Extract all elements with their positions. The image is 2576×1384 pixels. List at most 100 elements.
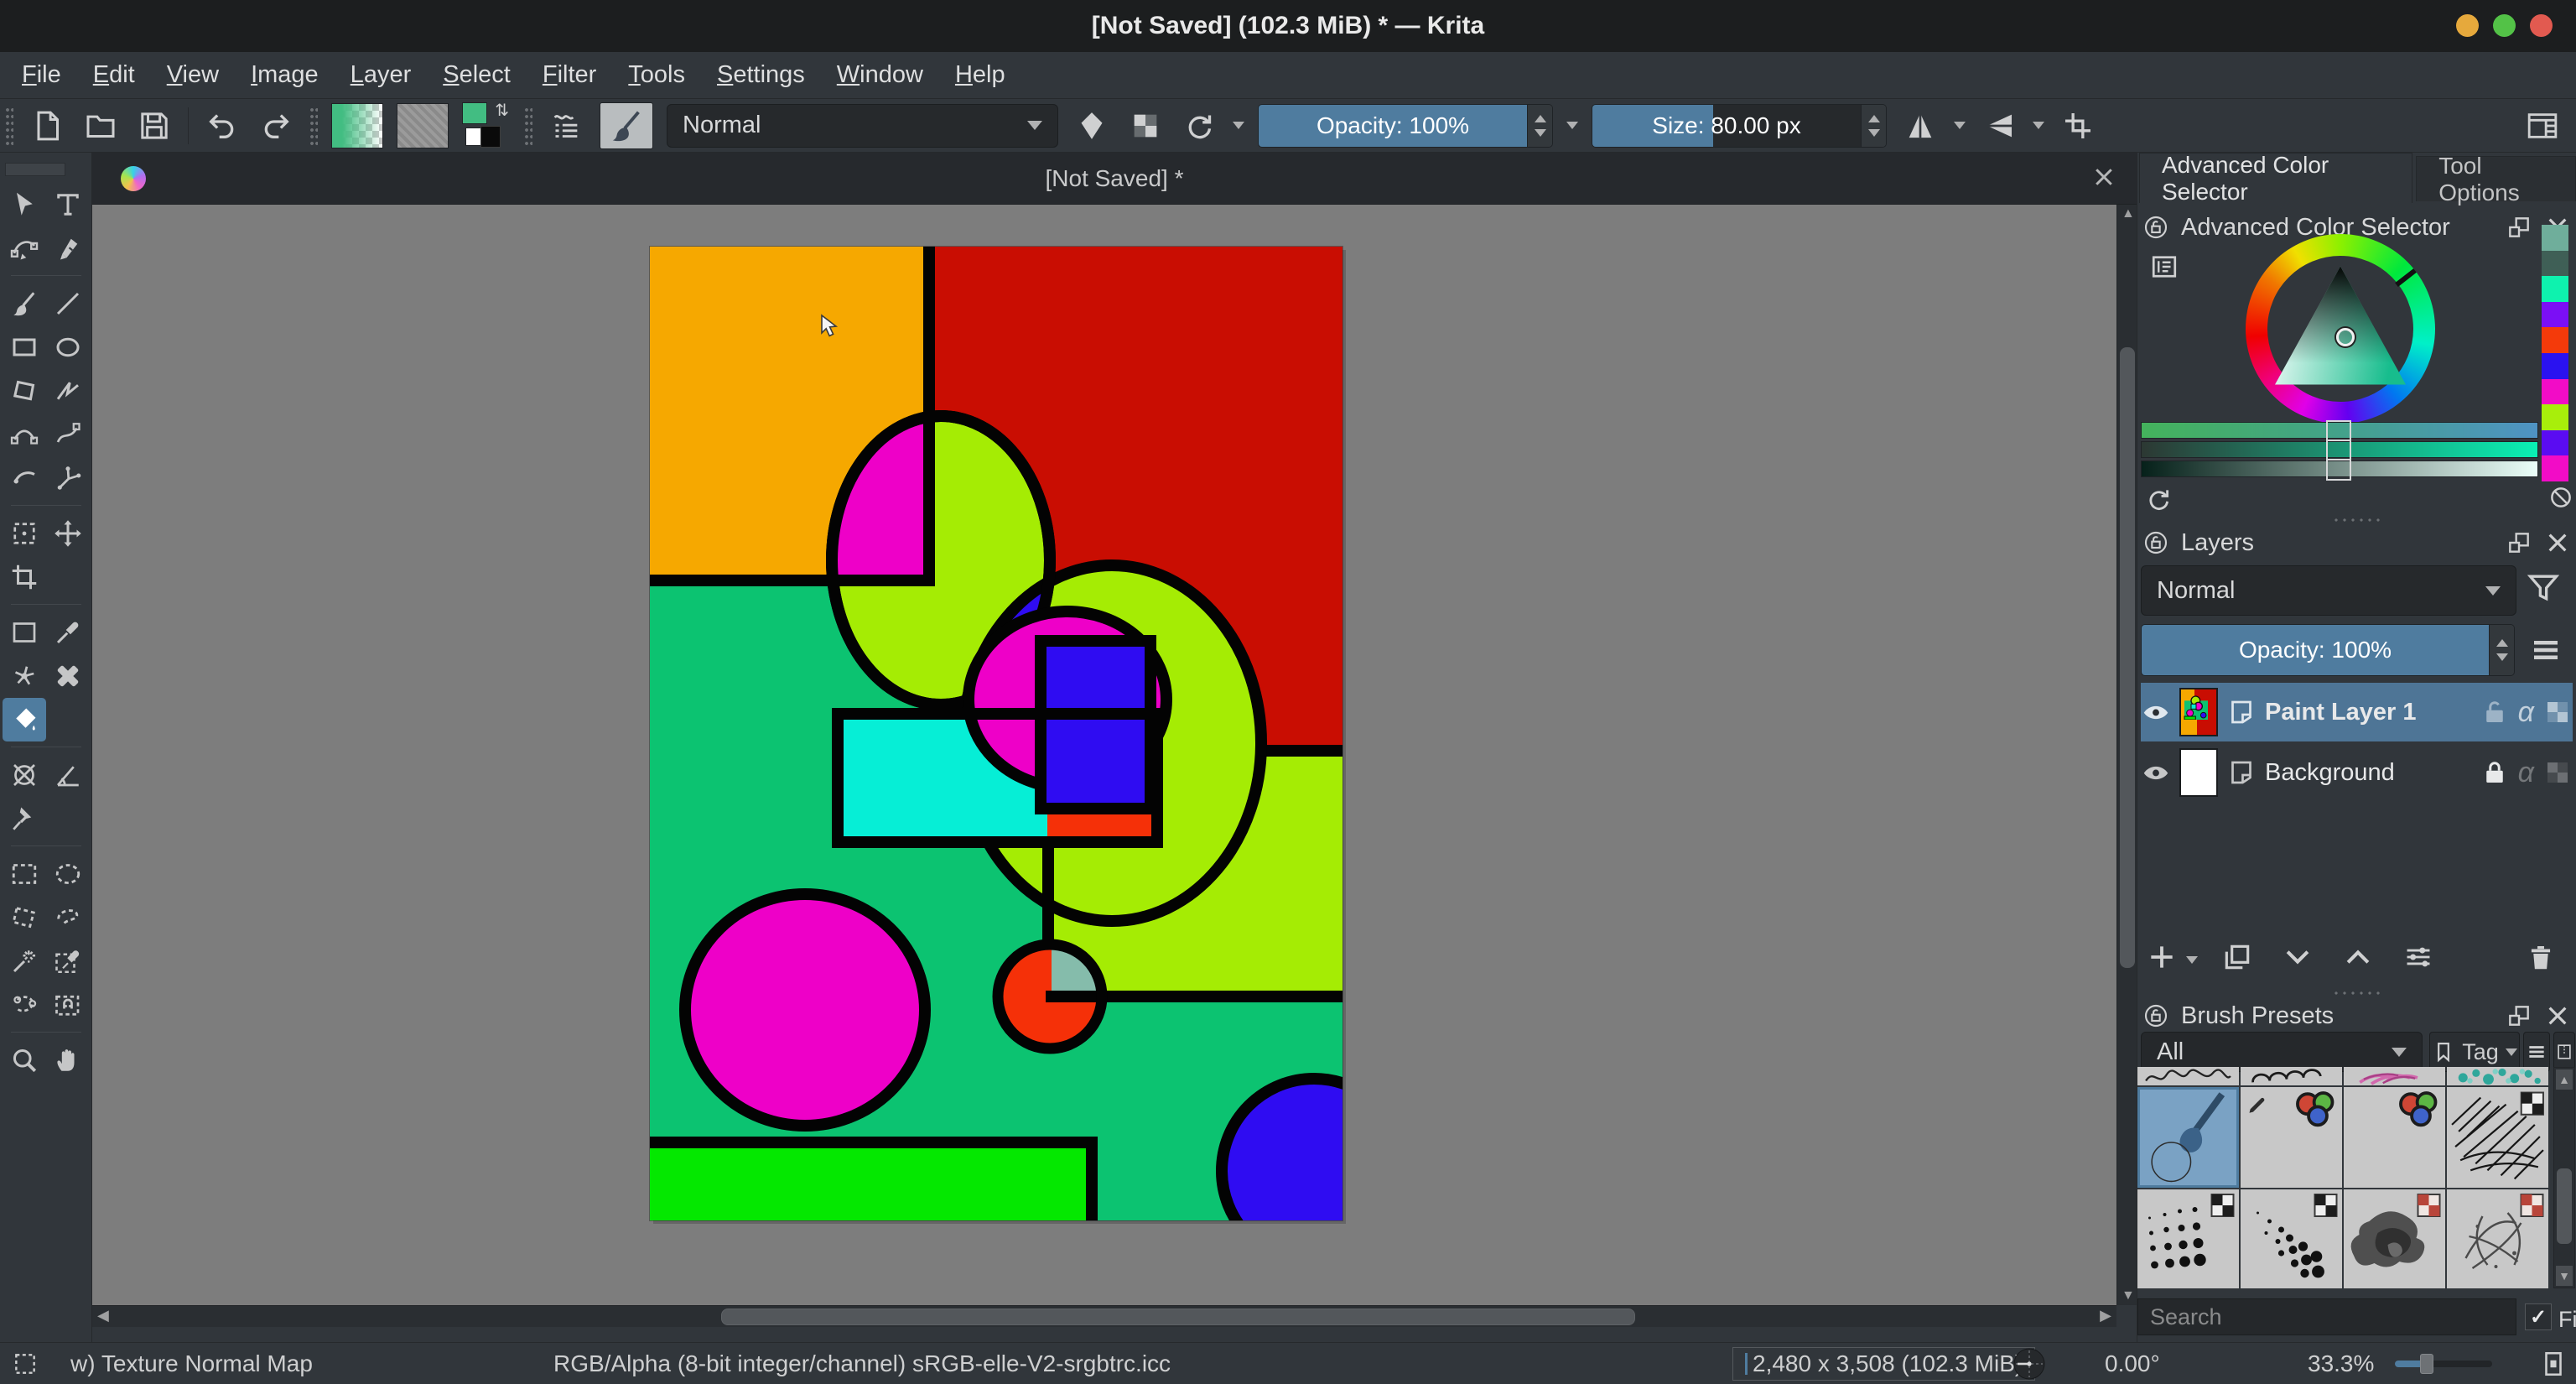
no-color-button[interactable] (2548, 485, 2573, 514)
layer-style-icon[interactable] (2226, 697, 2257, 727)
document-tab-title[interactable]: [Not Saved] * (92, 165, 2137, 192)
pattern-chooser-button[interactable] (397, 103, 449, 148)
layer-style-icon[interactable] (2226, 757, 2257, 788)
fit-page-button[interactable] (2539, 1343, 2568, 1384)
vertical-scroll-thumb[interactable] (2120, 347, 2135, 968)
delete-layer-button[interactable] (2525, 941, 2557, 977)
move-layer-up-button[interactable] (2342, 941, 2374, 977)
tool-move-button[interactable] (46, 512, 90, 555)
layer-opacity-slider[interactable]: Opacity: 100% (2141, 624, 2515, 676)
layer-filter-button[interactable] (2525, 569, 2562, 610)
menu-layer[interactable]: Layer (351, 61, 412, 89)
brush-preset-cell[interactable] (2344, 1189, 2445, 1288)
tag-button[interactable]: Tag (2429, 1032, 2520, 1072)
brush-editor-button[interactable] (546, 106, 586, 146)
close-window-button[interactable] (2530, 14, 2553, 37)
lightness-slider[interactable] (2141, 460, 2538, 477)
horizontal-scroll-thumb[interactable] (721, 1309, 1635, 1325)
vertical-mirror-button[interactable] (1979, 106, 2019, 146)
brush-preset-cell[interactable] (2241, 1087, 2342, 1188)
layer-row-paint-layer-1[interactable]: Paint Layer 1 α (2141, 683, 2573, 741)
maximize-button[interactable] (2493, 14, 2516, 37)
undo-button[interactable] (202, 106, 242, 146)
brush-preset-cell[interactable] (2241, 1067, 2342, 1085)
preserve-alpha-button[interactable] (1125, 106, 1166, 146)
save-button[interactable] (134, 106, 174, 146)
inherit-alpha-icon[interactable] (2542, 697, 2573, 727)
tool-dynamic-brush-button[interactable] (3, 456, 46, 500)
zoom-percentage-value[interactable]: 33.3% (2308, 1343, 2374, 1384)
menu-window[interactable]: Window (837, 61, 923, 89)
lightness-slider-handle[interactable] (2326, 459, 2351, 481)
selection-mode-button[interactable] (12, 1343, 39, 1384)
history-swatch[interactable] (2542, 251, 2568, 277)
horizontal-mirror-button[interactable] (1900, 106, 1940, 146)
tool-color-sampler-button[interactable] (46, 611, 90, 654)
open-document-button[interactable] (80, 106, 121, 146)
history-swatch[interactable] (2542, 302, 2568, 328)
color-selector-settings-button[interactable] (2149, 252, 2179, 286)
scroll-down-icon[interactable]: ▼ (2556, 1266, 2573, 1286)
brush-size-slider[interactable]: Size: 80.00 px (1592, 104, 1887, 148)
tool-freehand-brush-button[interactable] (3, 282, 46, 325)
tool-line-button[interactable] (46, 282, 90, 325)
brush-preset-cell[interactable] (2447, 1067, 2548, 1085)
tool-ellipse-button[interactable] (46, 325, 90, 369)
scroll-left-icon[interactable]: ◀ (97, 1307, 109, 1324)
tool-bezier-curve-button[interactable] (3, 413, 46, 456)
zoom-slider[interactable] (2395, 1343, 2492, 1384)
tool-gradient-button[interactable] (3, 611, 46, 654)
chevron-down-icon[interactable] (1233, 122, 1244, 129)
menu-filter[interactable]: Filter (543, 61, 596, 89)
lock-docker-icon[interactable] (2142, 214, 2169, 241)
tool-pattern-edit-button[interactable] (3, 654, 46, 698)
layer-lock-icon[interactable] (2480, 757, 2510, 788)
brush-preset-preview-button[interactable] (600, 102, 653, 149)
hue-wheel[interactable] (2246, 234, 2435, 424)
lock-docker-icon[interactable] (2142, 1002, 2169, 1029)
tool-transform-button[interactable] (3, 512, 46, 555)
wrap-around-mode-button[interactable] (2058, 106, 2098, 146)
toolbox-drag-handle[interactable] (5, 163, 65, 176)
toolbar-grip[interactable] (309, 107, 318, 145)
brush-preset-cell-selected[interactable] (2137, 1087, 2239, 1188)
vertical-scrollbar[interactable]: ▲ ▼ (2116, 205, 2137, 1305)
canvas-viewport[interactable] (92, 205, 2116, 1305)
tool-bezier-select-button[interactable] (3, 983, 46, 1027)
scroll-right-icon[interactable]: ▶ (2100, 1307, 2111, 1324)
tool-similar-select-button[interactable] (3, 939, 46, 983)
reload-preset-button[interactable] (1179, 106, 1219, 146)
add-layer-button[interactable] (2146, 941, 2178, 977)
layers-menu-button[interactable] (2528, 632, 2563, 672)
history-swatch[interactable] (2542, 276, 2568, 302)
history-swatch[interactable] (2542, 327, 2568, 353)
lock-docker-icon[interactable] (2142, 529, 2169, 556)
foreground-color-swatch[interactable] (462, 102, 487, 124)
brush-preset-cell[interactable] (2447, 1189, 2548, 1288)
tool-freehand-select-button[interactable] (46, 896, 90, 939)
duplicate-layer-button[interactable] (2221, 941, 2253, 977)
tab-advanced-color-selector[interactable]: Advanced Color Selector (2139, 153, 2412, 203)
history-swatch[interactable] (2542, 225, 2568, 251)
layer-row-background[interactable]: Background α (2141, 743, 2573, 802)
tool-text-button[interactable] (46, 183, 90, 226)
layer-thumbnail[interactable] (2179, 748, 2218, 797)
inherit-alpha-icon[interactable] (2542, 757, 2573, 788)
tool-magnetic-select-button[interactable] (46, 983, 90, 1027)
blending-mode-dropdown[interactable]: Normal (667, 104, 1058, 148)
tool-edit-shapes-button[interactable] (3, 226, 46, 270)
scroll-up-icon[interactable]: ▲ (2556, 1069, 2573, 1090)
brush-preset-cell[interactable] (2344, 1067, 2445, 1085)
rotation-angle-value[interactable]: 0.00° (2105, 1343, 2160, 1384)
layer-name[interactable]: Background (2265, 759, 2471, 787)
history-swatch[interactable] (2542, 353, 2568, 379)
tool-select-from-layer-button[interactable] (46, 939, 90, 983)
brush-preset-cell[interactable] (2137, 1189, 2239, 1288)
preset-scroll-thumb[interactable] (2557, 1168, 2572, 1244)
saturation-slider[interactable] (2141, 441, 2538, 458)
title-bar[interactable]: [Not Saved] (102.3 MiB) * — Krita (0, 0, 2576, 52)
menu-image[interactable]: Image (251, 61, 319, 89)
horizontal-scrollbar[interactable]: ◀ ▶ (92, 1305, 2116, 1327)
close-docker-icon[interactable] (2544, 529, 2571, 556)
history-swatch[interactable] (2542, 430, 2568, 456)
